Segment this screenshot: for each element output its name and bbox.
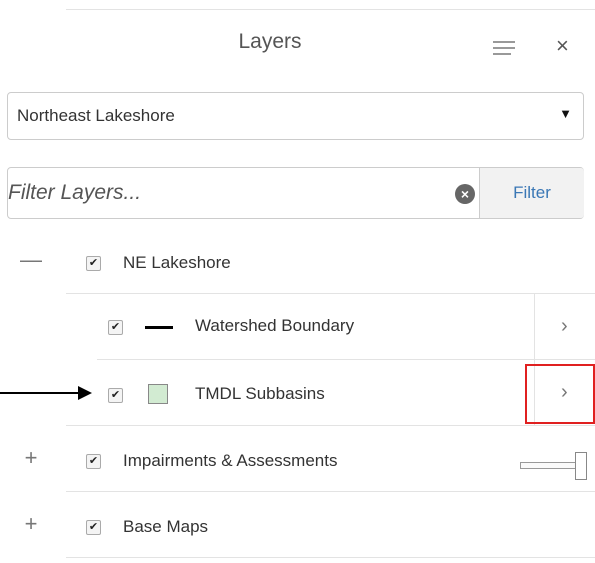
project-select-value: Northeast Lakeshore (17, 106, 175, 125)
panel-title: Layers (238, 30, 302, 53)
row-divider (66, 293, 595, 294)
filter-button[interactable]: Filter (479, 168, 584, 218)
clear-icon[interactable]: × (455, 184, 475, 204)
highlight-box (525, 364, 595, 424)
filter-layers-input[interactable] (8, 168, 478, 218)
hamburger-menu-icon[interactable] (493, 41, 515, 57)
slider-track (520, 462, 578, 469)
collapse-icon[interactable]: — (20, 247, 42, 273)
pointer-arrow-icon (78, 386, 92, 400)
slider-thumb[interactable] (575, 452, 587, 480)
layer-label-ne-lakeshore: NE Lakeshore (123, 253, 231, 272)
expand-icon[interactable]: + (20, 511, 42, 537)
layer-checkbox-ne-lakeshore[interactable]: ✔ (86, 256, 101, 271)
close-icon[interactable]: × (556, 34, 569, 58)
chevron-right-icon[interactable]: › (561, 315, 568, 338)
polygon-fill-symbol-icon (148, 384, 168, 404)
layer-checkbox-watershed-boundary[interactable]: ✔ (108, 320, 123, 335)
opacity-slider[interactable] (520, 452, 590, 482)
filter-group: × Filter (7, 167, 584, 219)
pointer-arrow-line (0, 392, 80, 394)
row-divider (66, 557, 595, 558)
row-divider (66, 425, 595, 426)
chevron-down-icon: ▼ (559, 106, 572, 121)
layer-checkbox-impairments[interactable]: ✔ (86, 454, 101, 469)
row-divider (66, 491, 595, 492)
line-symbol-icon (145, 326, 173, 329)
column-divider (534, 294, 535, 359)
layer-label-tmdl-subbasins: TMDL Subbasins (195, 384, 325, 403)
layer-label-impairments: Impairments & Assessments (123, 451, 338, 470)
panel-header: Layers × (0, 10, 595, 74)
project-select[interactable]: Northeast Lakeshore ▼ (7, 92, 584, 140)
row-divider (97, 359, 595, 360)
layer-label-base-maps: Base Maps (123, 517, 209, 536)
layer-checkbox-tmdl-subbasins[interactable]: ✔ (108, 388, 123, 403)
layer-label-watershed-boundary: Watershed Boundary (195, 316, 355, 335)
expand-icon[interactable]: + (20, 445, 42, 471)
layer-checkbox-base-maps[interactable]: ✔ (86, 520, 101, 535)
